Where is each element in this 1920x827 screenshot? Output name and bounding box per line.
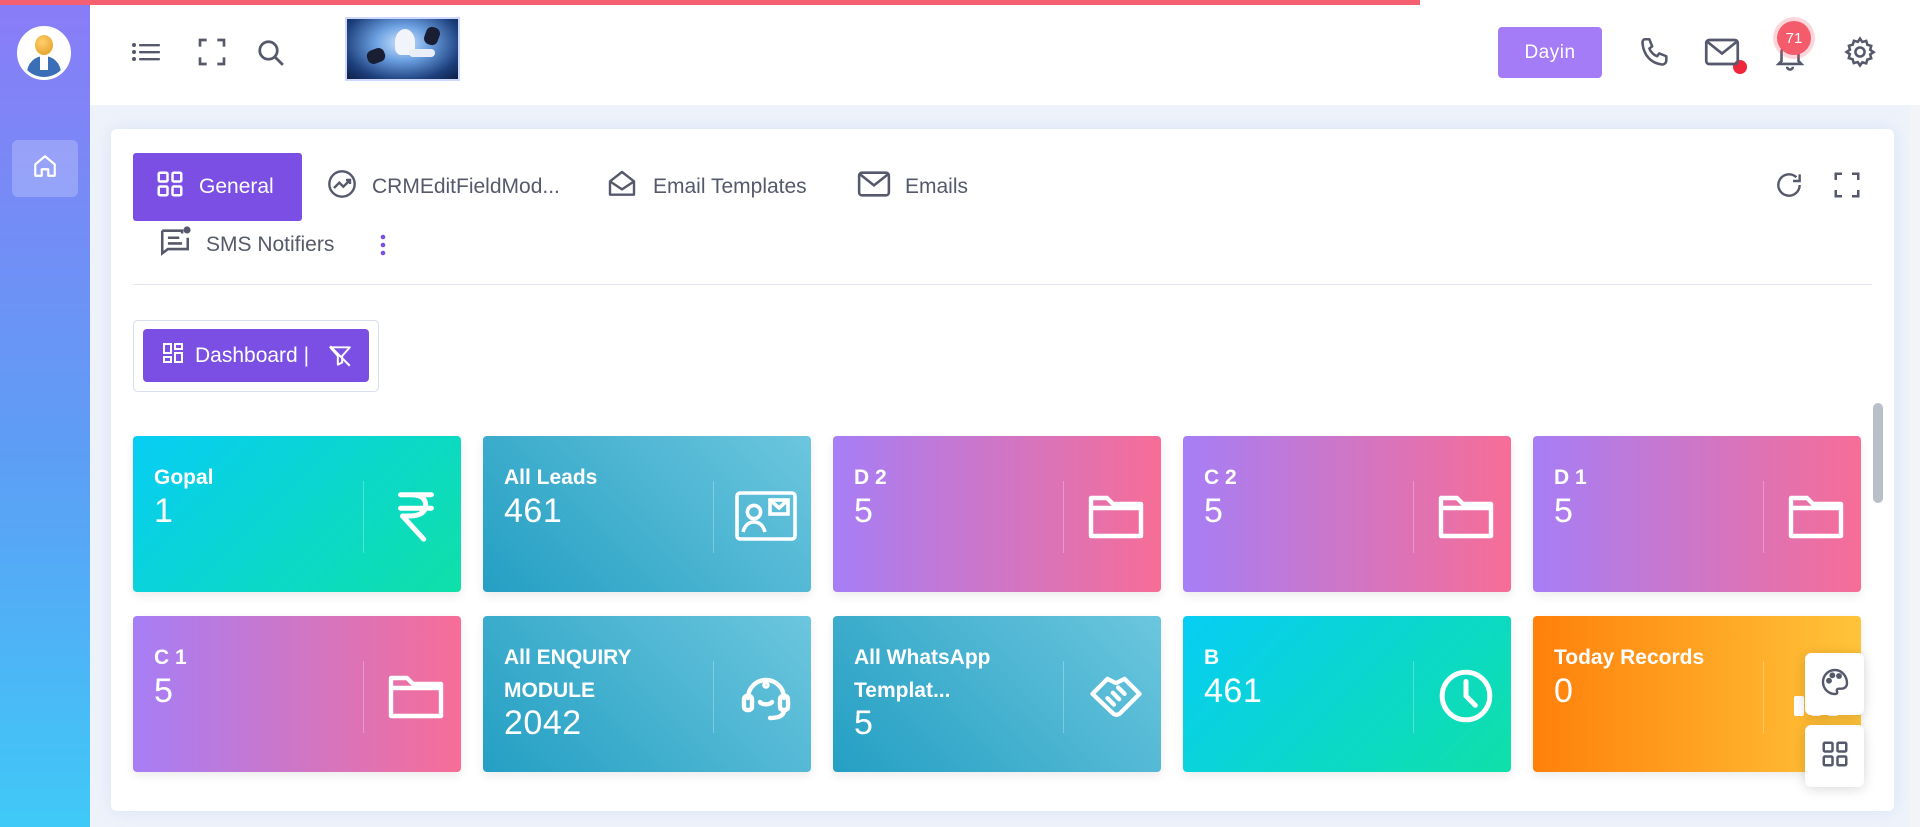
stat-tile-all-whatsapp-templates[interactable]: All WhatsApp Templat... 5 (833, 616, 1161, 772)
tab-label: SMS Notifiers (206, 233, 335, 256)
theme-palette-button[interactable] (1805, 653, 1864, 715)
tile-label: D 2 (854, 466, 887, 489)
dashboard-icon (161, 341, 185, 371)
tabs-divider (133, 284, 1872, 285)
tab-general[interactable]: General (133, 153, 302, 221)
trend-icon (326, 168, 358, 206)
tile-value: 0 (1554, 672, 1574, 710)
tab-crm-edit-field[interactable]: CRMEditFieldMod... (326, 153, 560, 221)
top-header: Dayin 71 (90, 0, 1920, 105)
palette-icon (1819, 666, 1851, 703)
sidebar (0, 0, 90, 827)
mail-open-icon (605, 168, 639, 206)
apps-grid-button[interactable] (1805, 725, 1864, 787)
page-scrollbar[interactable] (1909, 0, 1920, 827)
profile-banner-image[interactable] (345, 17, 460, 81)
tile-label: All WhatsApp Templat... (854, 646, 991, 702)
message-icon (158, 225, 192, 265)
mail-icon[interactable] (1702, 32, 1742, 72)
tile-label: C 2 (1204, 466, 1237, 489)
handshake-icon (1071, 651, 1161, 741)
grid-icon (155, 169, 185, 205)
tile-value: 2042 (504, 704, 582, 742)
tab-sms-notifiers[interactable]: SMS Notifiers (158, 220, 334, 270)
grid-icon (1820, 739, 1850, 774)
tab-email-templates[interactable]: Email Templates (605, 153, 807, 221)
tile-value: 5 (1204, 492, 1224, 530)
contact-card-icon (721, 471, 811, 561)
expand-icon[interactable] (1829, 167, 1865, 203)
fullscreen-icon[interactable] (195, 35, 229, 69)
headset-icon (721, 651, 811, 741)
tile-value: 461 (504, 492, 563, 530)
clear-filter-icon[interactable] (327, 343, 353, 369)
content-card: General CRMEditFieldMod... Email Templat… (111, 129, 1894, 811)
phone-icon[interactable] (1635, 32, 1675, 72)
tile-value: 5 (854, 492, 874, 530)
clock-icon (1421, 651, 1511, 741)
home-icon (32, 153, 58, 184)
stat-tile-d1[interactable]: D 1 5 (1533, 436, 1861, 592)
stat-tile-c2[interactable]: C 2 5 (1183, 436, 1511, 592)
tab-label: General (199, 175, 274, 198)
mail-icon (857, 169, 891, 205)
tile-label: B (1204, 646, 1220, 669)
tile-label: Today Records (1554, 646, 1705, 669)
dashboard-selector: Dashboard | (133, 320, 379, 392)
tile-value: 5 (1554, 492, 1574, 530)
tab-label: CRMEditFieldMod... (372, 175, 560, 198)
rupee-icon (371, 471, 461, 561)
tile-label: All Leads (504, 466, 598, 489)
tile-label: C 1 (154, 646, 187, 669)
avatar[interactable] (17, 26, 71, 80)
gear-icon[interactable] (1840, 32, 1880, 72)
notification-count-badge: 71 (1777, 21, 1811, 55)
dayin-button[interactable]: Dayin (1498, 27, 1602, 78)
tile-value: 5 (854, 704, 874, 742)
card-scrollbar[interactable] (1873, 403, 1883, 503)
refresh-icon[interactable] (1771, 167, 1807, 203)
tile-label: All ENQUIRY MODULE (504, 646, 632, 702)
folder-icon (1071, 471, 1161, 561)
tile-value: 1 (154, 492, 174, 530)
tile-label: Gopal (154, 466, 214, 489)
sidebar-item-home[interactable] (12, 140, 78, 197)
tile-label: D 1 (1554, 466, 1587, 489)
dashboard-label: Dashboard | (195, 343, 310, 367)
folder-icon (1421, 471, 1511, 561)
stat-tile-d2[interactable]: D 2 5 (833, 436, 1161, 592)
tab-label: Email Templates (653, 175, 807, 198)
menu-list-icon[interactable] (130, 36, 162, 68)
stat-tile-all-enquiry-module[interactable]: All ENQUIRY MODULE 2042 (483, 616, 811, 772)
tab-emails[interactable]: Emails (857, 153, 968, 221)
stat-tile-c1[interactable]: C 1 5 (133, 616, 461, 772)
stat-tile-b[interactable]: B 461 (1183, 616, 1511, 772)
more-vertical-icon[interactable] (373, 229, 393, 261)
tile-value: 5 (154, 672, 174, 710)
stat-tile-all-leads[interactable]: All Leads 461 (483, 436, 811, 592)
tab-label: Emails (905, 175, 969, 198)
search-icon[interactable] (254, 36, 288, 70)
stat-tile-gopal[interactable]: Gopal 1 (133, 436, 461, 592)
folder-icon (1771, 471, 1861, 561)
dashboard-button[interactable]: Dashboard | (143, 329, 369, 382)
tile-value: 461 (1204, 672, 1263, 710)
top-progress-line (0, 0, 1420, 5)
folder-icon (371, 651, 461, 741)
